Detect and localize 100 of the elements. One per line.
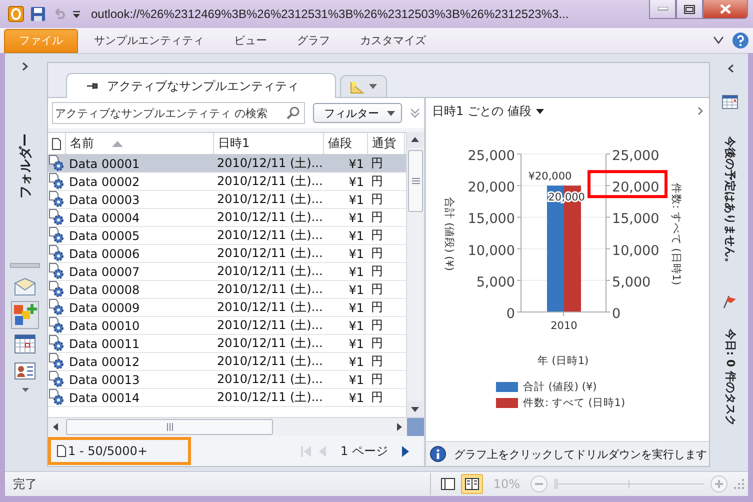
scroll-down-icon[interactable]: [407, 401, 423, 417]
calendar-icon[interactable]: [722, 95, 738, 109]
chevron-right-icon[interactable]: [698, 107, 703, 115]
vertical-scrollbar[interactable]: [406, 132, 424, 417]
more-icon[interactable]: [22, 388, 28, 392]
table-row[interactable]: Data 00009 2010/12/11 (土)... ¥1 円: [48, 299, 406, 317]
splitter-handle[interactable]: [10, 263, 40, 268]
table-cell-text: 円: [370, 191, 384, 208]
collapse-icon[interactable]: [726, 64, 734, 73]
table-row[interactable]: Data 00005 2010/12/11 (土)... ¥1 円: [48, 227, 406, 245]
ribbon-tab[interactable]: グラフ: [283, 28, 344, 52]
grip-icon: [412, 178, 420, 184]
help-icon[interactable]: [732, 32, 749, 49]
legend-label: 合計 (値段) (¥): [523, 380, 597, 394]
table-cell-text: 2010/12/11 (土)...: [216, 245, 324, 262]
table-row[interactable]: Data 00012 2010/12/11 (土)... ¥1 円: [48, 353, 406, 371]
table-row[interactable]: Data 00008 2010/12/11 (土)... ¥1 円: [48, 281, 406, 299]
scrollbar-corner: [407, 418, 424, 436]
document-icon: [52, 138, 61, 150]
close-button[interactable]: [703, 0, 748, 19]
contacts-icon[interactable]: [14, 362, 36, 380]
table-cell-text: 2010/12/11 (土)...: [216, 281, 324, 298]
table-row[interactable]: Data 00001 2010/12/11 (土)... ¥1 円: [48, 155, 406, 173]
save-icon[interactable]: [30, 6, 46, 22]
caret-icon: [369, 84, 377, 89]
sort-arrow-icon: [112, 140, 123, 146]
document-tab[interactable]: アクティブなサンプルエンティティ: [66, 73, 336, 98]
search-field[interactable]: アクティブなサンプルエンティティ の検索: [52, 102, 305, 124]
flag-icon[interactable]: [723, 295, 737, 309]
table-cell-text: Data 00001: [68, 156, 141, 172]
table-row[interactable]: Data 00011 2010/12/11 (土)... ¥1 円: [48, 335, 406, 353]
scroll-up-icon[interactable]: [407, 132, 423, 148]
scrollbar-thumb[interactable]: [66, 419, 273, 435]
pin-icon[interactable]: [87, 82, 99, 90]
maximize-button[interactable]: [676, 0, 703, 19]
table-cell-text: 円: [370, 371, 384, 388]
ribbon-collapse-icon[interactable]: [713, 36, 724, 45]
table-cell-text: 円: [370, 335, 384, 352]
table-cell-text: ¥1: [348, 156, 365, 172]
ribbon-tab[interactable]: サンプルエンティティ: [80, 28, 218, 52]
table-row[interactable]: Data 00006 2010/12/11 (土)... ¥1 円: [48, 245, 406, 263]
table-row[interactable]: Data 00002 2010/12/11 (土)... ¥1 円: [48, 173, 406, 191]
window-title: outlook://%26%2312469%3B%26%2312531%3B%26%2312503%3B%26%2312523%3...: [91, 7, 569, 21]
y-axis-title: 合計 (値段) (¥): [443, 197, 455, 271]
column-header[interactable]: 通貨: [368, 133, 405, 154]
next-page-icon[interactable]: [402, 446, 410, 456]
table-cell-text: ¥1: [348, 300, 365, 316]
info-icon: [430, 446, 446, 462]
table-cell-text: Data 00002: [68, 174, 141, 190]
resize-grip-icon[interactable]: [734, 479, 744, 489]
appointments-message[interactable]: 今後の予定はありません。: [722, 136, 738, 268]
table-cell-text: Data 00005: [68, 228, 141, 244]
table-row[interactable]: Data 00003 2010/12/11 (土)... ¥1 円: [48, 191, 406, 209]
y-tick-label: 0: [506, 306, 515, 322]
table-cell-text: ¥1: [348, 372, 365, 388]
y-tick-label: 10,000: [612, 242, 660, 259]
expand-icon[interactable]: [22, 62, 28, 71]
normal-view-icon[interactable]: [441, 478, 456, 490]
chart-title-dropdown[interactable]: 日時1 ごとの 値段: [432, 102, 544, 120]
y-tick-label: 20,000: [612, 180, 660, 196]
table-row[interactable]: Data 00007 2010/12/11 (土)... ¥1 円: [48, 263, 406, 281]
search-icon[interactable]: [286, 106, 300, 120]
ribbon-tab[interactable]: ビュー: [220, 28, 281, 52]
table-cell-text: 円: [370, 299, 384, 316]
table-cell-text: 2010/12/11 (土)...: [216, 389, 324, 406]
zoom-slider[interactable]: [554, 477, 704, 491]
table-row[interactable]: Data 00014 2010/12/11 (土)... ¥1 円: [48, 389, 406, 407]
table-cell-text: ¥1: [348, 336, 365, 352]
task-count[interactable]: 今日: 0 件のタスク: [722, 328, 738, 426]
table-cell-text: 円: [370, 245, 384, 262]
y-axis-title: 件数: すべて (日時1): [670, 182, 682, 286]
table-cell-text: Data 00013: [68, 372, 141, 388]
table-cell-text: 2010/12/11 (土)...: [216, 191, 324, 208]
calendar-icon[interactable]: [14, 334, 36, 354]
table-row[interactable]: Data 00013 2010/12/11 (土)... ¥1 円: [48, 371, 406, 389]
table-cell-text: ¥1: [348, 228, 365, 244]
reading-view-button[interactable]: [461, 474, 484, 494]
table-row[interactable]: Data 00004 2010/12/11 (土)... ¥1 円: [48, 209, 406, 227]
dropdown-icon[interactable]: [72, 10, 81, 18]
entity-icon[interactable]: [11, 301, 39, 329]
double-chevron-icon[interactable]: [410, 108, 420, 118]
table-cell-text: 2010/12/11 (土)...: [216, 371, 324, 388]
table-cell-text: 2010/12/11 (土)...: [216, 173, 324, 190]
ribbon-tab[interactable]: カスタマイズ: [346, 28, 440, 52]
column-header[interactable]: 値段: [324, 133, 368, 154]
folder-pane-label[interactable]: フォルダー: [16, 134, 34, 198]
column-header[interactable]: 日時1: [214, 133, 324, 154]
table-cell-text: Data 00008: [68, 282, 141, 298]
filter-dropdown[interactable]: フィルター: [313, 103, 402, 123]
table-row[interactable]: Data 00010 2010/12/11 (土)... ¥1 円: [48, 317, 406, 335]
legend-label: 件数: すべて (日時1): [523, 396, 626, 410]
table-cell-text: 2010/12/11 (土)...: [216, 335, 324, 352]
document-icon: [57, 445, 66, 457]
column-header[interactable]: 名前: [66, 133, 214, 154]
mail-icon[interactable]: [14, 278, 36, 296]
scrollbar-thumb[interactable]: [408, 150, 423, 212]
y-tick-label: 25,000: [468, 148, 515, 164]
horizontal-scrollbar[interactable]: [48, 417, 424, 436]
minimize-button[interactable]: [649, 0, 676, 19]
app-icon[interactable]: [8, 6, 24, 22]
